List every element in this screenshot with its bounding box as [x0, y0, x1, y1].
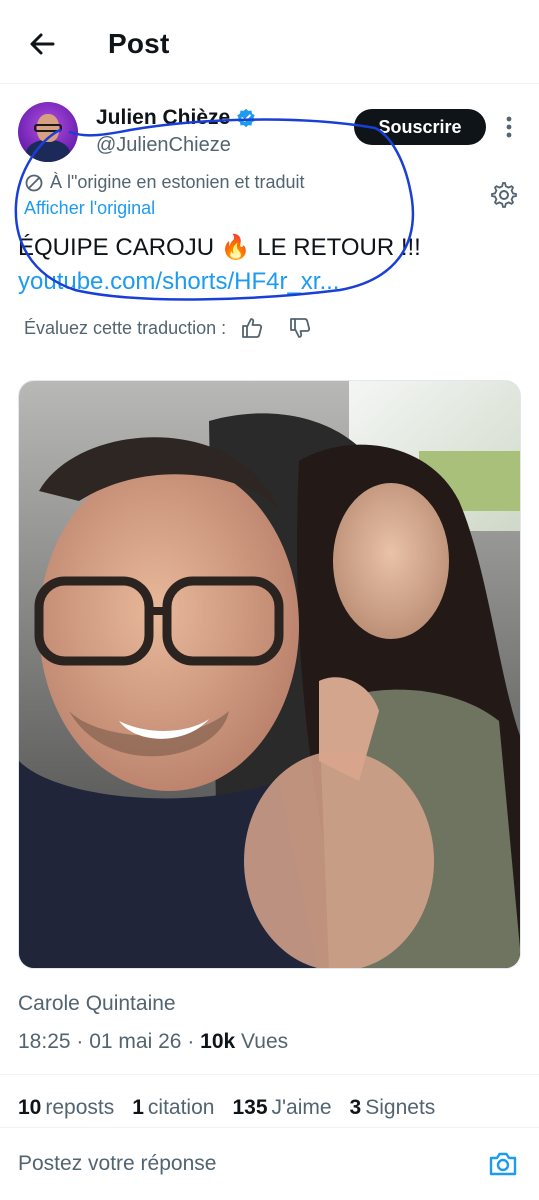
post-date: 01 mai 26 — [89, 1030, 182, 1053]
gear-icon[interactable] — [490, 181, 518, 209]
more-vertical-icon — [506, 116, 512, 138]
post-photo[interactable] — [18, 380, 521, 969]
translate-icon — [25, 174, 43, 191]
stat-quotes[interactable]: 1 citation — [132, 1096, 214, 1120]
post-link[interactable]: youtube.com/shorts/HF4r_xr... — [18, 268, 339, 296]
engagement-stats: 10 reposts 1 citation 135 J'aime 3 Signets — [18, 1096, 435, 1120]
author-name: Julien Chièze — [96, 106, 231, 129]
top-bar: Post — [0, 0, 539, 84]
verified-badge-icon — [237, 108, 255, 128]
stat-bookmarks[interactable]: 3 Signets — [350, 1096, 436, 1120]
views-count: 10k — [200, 1030, 236, 1053]
back-button[interactable] — [22, 24, 62, 64]
thumbs-up-icon[interactable] — [240, 316, 264, 340]
more-options-button[interactable] — [498, 112, 520, 142]
reply-bar: Postez votre réponse — [0, 1127, 539, 1200]
arrow-left-icon — [30, 33, 55, 55]
subscribe-button[interactable]: Souscrire — [354, 109, 486, 145]
reply-input[interactable]: Postez votre réponse — [18, 1152, 216, 1176]
stat-reposts[interactable]: 10 reposts — [18, 1096, 114, 1120]
post-meta: 18:25 · 01 mai 26 · 10k Vues — [18, 1030, 289, 1053]
translation-note: À l"origine en estonien et traduit — [24, 172, 305, 193]
author-name-row[interactable]: Julien Chièze — [96, 106, 256, 130]
views-label: Vues — [241, 1030, 289, 1053]
author-handle[interactable]: @JulienChieze — [96, 134, 231, 157]
divider — [0, 1074, 539, 1075]
rate-translation-label: Évaluez cette traduction : — [24, 317, 227, 338]
rate-translation-row: Évaluez cette traduction : — [24, 316, 336, 340]
show-original-link[interactable]: Afficher l'original — [24, 198, 155, 219]
thumbs-down-icon[interactable] — [288, 316, 312, 340]
photo-credit[interactable]: Carole Quintaine — [18, 992, 176, 1016]
post-time: 18:25 — [18, 1030, 71, 1053]
camera-icon[interactable] — [487, 1148, 519, 1180]
photo-image — [19, 381, 520, 968]
translation-note-text: À l"origine en estonien et traduit — [50, 172, 305, 192]
avatar[interactable] — [18, 102, 78, 162]
page-title: Post — [108, 28, 170, 59]
stat-likes[interactable]: 135 J'aime — [232, 1096, 331, 1120]
post-text: ÉQUIPE CAROJU 🔥 LE RETOUR !!! — [18, 234, 421, 261]
